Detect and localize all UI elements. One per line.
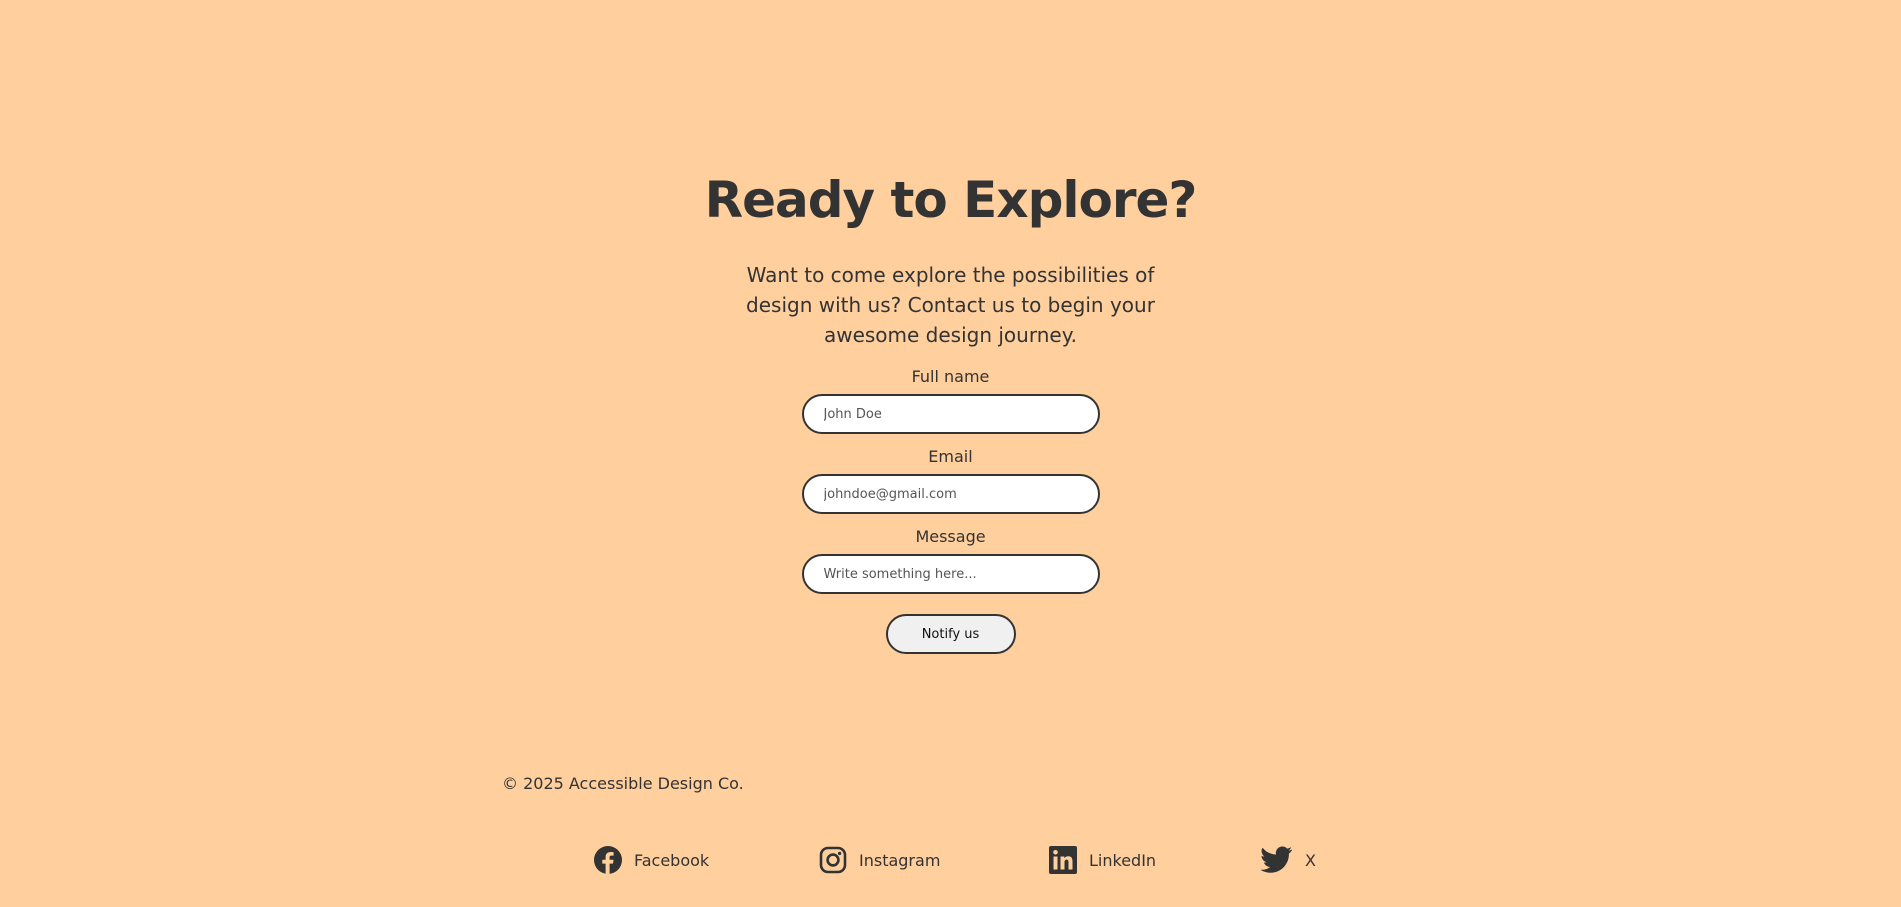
email-input[interactable] <box>801 474 1100 514</box>
email-label: Email <box>928 447 973 466</box>
instagram-link[interactable]: Instagram <box>819 844 940 876</box>
page-title: Ready to Explore? <box>704 171 1198 229</box>
facebook-link[interactable]: Facebook <box>594 844 709 876</box>
full-name-input[interactable] <box>801 394 1100 434</box>
message-input[interactable] <box>801 554 1100 594</box>
instagram-icon <box>819 846 847 874</box>
contact-form: Full name Email Message Notify us <box>801 366 1101 654</box>
linkedin-icon <box>1049 846 1077 874</box>
facebook-icon <box>594 846 622 874</box>
copyright-text: © 2025 Accessible Design Co. <box>502 774 744 793</box>
page-subtitle: Want to come explore the possibilities o… <box>746 263 1155 347</box>
twitter-bird-icon <box>1261 846 1293 874</box>
instagram-label: Instagram <box>859 850 941 870</box>
notify-us-button[interactable]: Notify us <box>885 614 1016 654</box>
linkedin-label: LinkedIn <box>1089 850 1157 870</box>
full-name-label: Full name <box>911 367 990 386</box>
contact-section: Ready to Explore? Want to come explore t… <box>0 168 1901 654</box>
facebook-label: Facebook <box>634 850 710 870</box>
x-link[interactable]: X <box>1261 844 1316 876</box>
x-label: X <box>1305 850 1316 870</box>
linkedin-link[interactable]: LinkedIn <box>1049 844 1156 876</box>
message-label: Message <box>915 527 986 546</box>
